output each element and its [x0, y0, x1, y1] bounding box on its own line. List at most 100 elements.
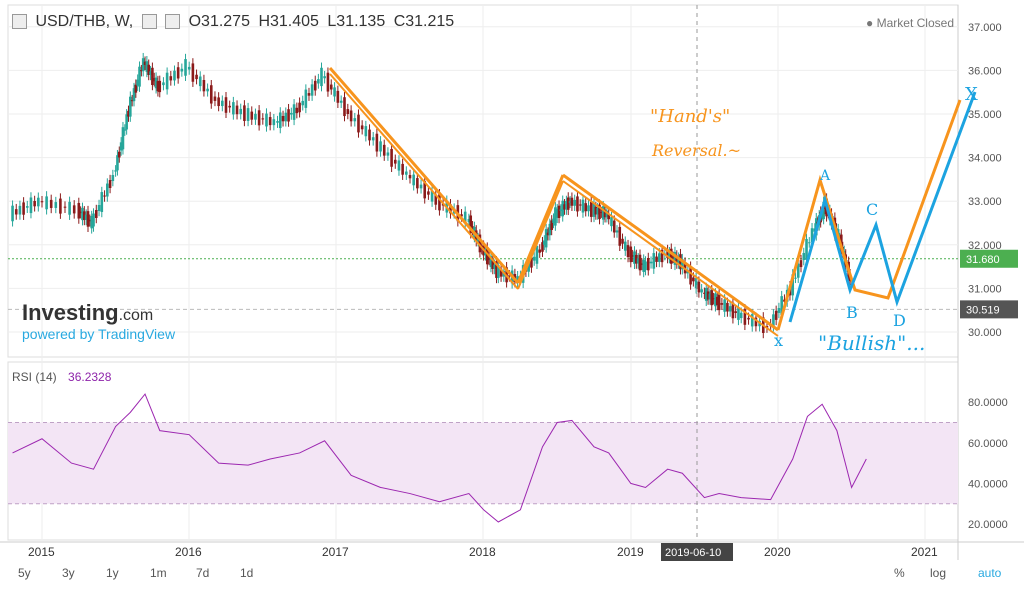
candle-body — [111, 175, 115, 182]
label-c: C — [866, 200, 878, 219]
candle-body — [802, 252, 806, 261]
rsi-value: 36.2328 — [68, 370, 112, 384]
candle-body — [615, 230, 619, 233]
auto-scale-button[interactable]: auto — [978, 566, 1001, 580]
candle-body — [268, 117, 272, 126]
candle-body — [794, 277, 797, 279]
candle-body — [287, 109, 290, 122]
close-value: C31.215 — [393, 13, 455, 30]
powered-by[interactable]: powered by TradingView — [22, 326, 175, 342]
candle-body — [45, 196, 48, 210]
candle-body — [368, 129, 371, 141]
candle-body — [272, 119, 276, 126]
price-tick-label: 31.000 — [968, 283, 1002, 295]
candle-body — [339, 100, 343, 103]
price-tick-label: 34.000 — [968, 153, 1002, 165]
candle-body — [292, 104, 296, 120]
candle-body — [382, 144, 386, 156]
candle-body — [25, 206, 29, 208]
candle-body — [114, 170, 117, 172]
logo-suffix: .com — [118, 307, 154, 324]
collapse-icon[interactable] — [12, 14, 27, 30]
candle-body — [581, 199, 585, 213]
market-status-label: Market Closed — [876, 16, 954, 30]
candle-body — [532, 256, 536, 261]
candle-body — [100, 192, 104, 212]
timeframe-3y[interactable]: 3y — [62, 566, 75, 580]
year-tick-label: 2015 — [28, 545, 55, 559]
year-tick-label: 2016 — [175, 545, 202, 559]
candle-body — [535, 245, 539, 264]
candle-body — [349, 110, 353, 122]
percent-scale-button[interactable]: % — [894, 566, 905, 580]
candle-body — [265, 113, 268, 127]
candle-body — [129, 96, 132, 117]
candle-body — [692, 277, 695, 282]
candle-body — [397, 160, 401, 171]
candle-body — [346, 109, 350, 114]
candle-body — [723, 299, 726, 312]
candle-body — [576, 196, 579, 212]
candle-body — [408, 175, 412, 179]
logo-name: Investing — [22, 300, 119, 325]
rsi-tick-label: 40.0000 — [968, 478, 1008, 490]
rsi-label: RSI (14) — [12, 370, 57, 384]
candle-body — [239, 108, 243, 115]
candle-body — [162, 82, 165, 86]
candle-body — [618, 226, 622, 246]
candle-body — [108, 180, 112, 189]
price-tick-label: 35.000 — [968, 109, 1002, 121]
log-scale-button[interactable]: log — [930, 566, 946, 580]
timeframe-7d[interactable]: 7d — [196, 566, 209, 580]
candle-body — [578, 204, 582, 206]
candle-body — [304, 89, 308, 108]
timeframe-1d[interactable]: 1d — [240, 566, 253, 580]
candle-body — [799, 260, 803, 268]
candle-body — [86, 211, 90, 227]
candle-body — [290, 112, 293, 115]
candle-body — [320, 67, 323, 87]
note-bullish: "Bullish"... — [818, 331, 925, 355]
rsi-tick-label: 20.0000 — [968, 519, 1008, 531]
candle-body — [202, 79, 206, 92]
candle-body — [18, 205, 22, 215]
candle-body — [419, 184, 423, 189]
timeframe-1y[interactable]: 1y — [106, 566, 119, 580]
eye-icon[interactable] — [141, 14, 157, 30]
candle-body — [187, 66, 191, 70]
note-hands: "Hand's" — [650, 106, 730, 127]
candle-body — [138, 66, 141, 87]
investing-logo[interactable]: Investing.com powered by TradingView — [22, 300, 175, 342]
candle-body — [587, 205, 590, 212]
candle-body — [570, 197, 574, 206]
candle-body — [566, 197, 570, 210]
timeframe-1m[interactable]: 1m — [150, 566, 167, 580]
candle-body — [180, 68, 184, 72]
candle-body — [176, 67, 180, 79]
candle-body — [158, 80, 162, 93]
chart-canvas[interactable]: 30.00031.00032.00033.00034.00035.00036.0… — [0, 0, 1024, 590]
settings-icon[interactable] — [165, 14, 181, 30]
candle-body — [353, 118, 357, 122]
candle-body — [63, 206, 67, 208]
candle-body — [37, 197, 40, 207]
current-price-label: 31.680 — [966, 254, 1000, 266]
label-x-target: X — [965, 84, 978, 105]
timeframe-5y[interactable]: 5y — [18, 566, 31, 580]
label-a: A — [819, 168, 831, 184]
candle-body — [710, 290, 714, 306]
candle-body — [49, 199, 53, 208]
market-status: ● Market Closed — [866, 16, 954, 30]
candle-body — [747, 317, 750, 320]
candle-body — [276, 121, 279, 123]
candle-body — [728, 306, 732, 312]
candle-body — [652, 253, 656, 269]
candle-body — [224, 97, 228, 113]
candle-body — [717, 294, 721, 311]
candle-body — [11, 205, 14, 222]
candle-body — [644, 261, 647, 271]
candle-body — [612, 220, 616, 233]
candle-body — [427, 191, 430, 195]
candle-body — [77, 202, 81, 219]
candle-body — [134, 84, 138, 93]
